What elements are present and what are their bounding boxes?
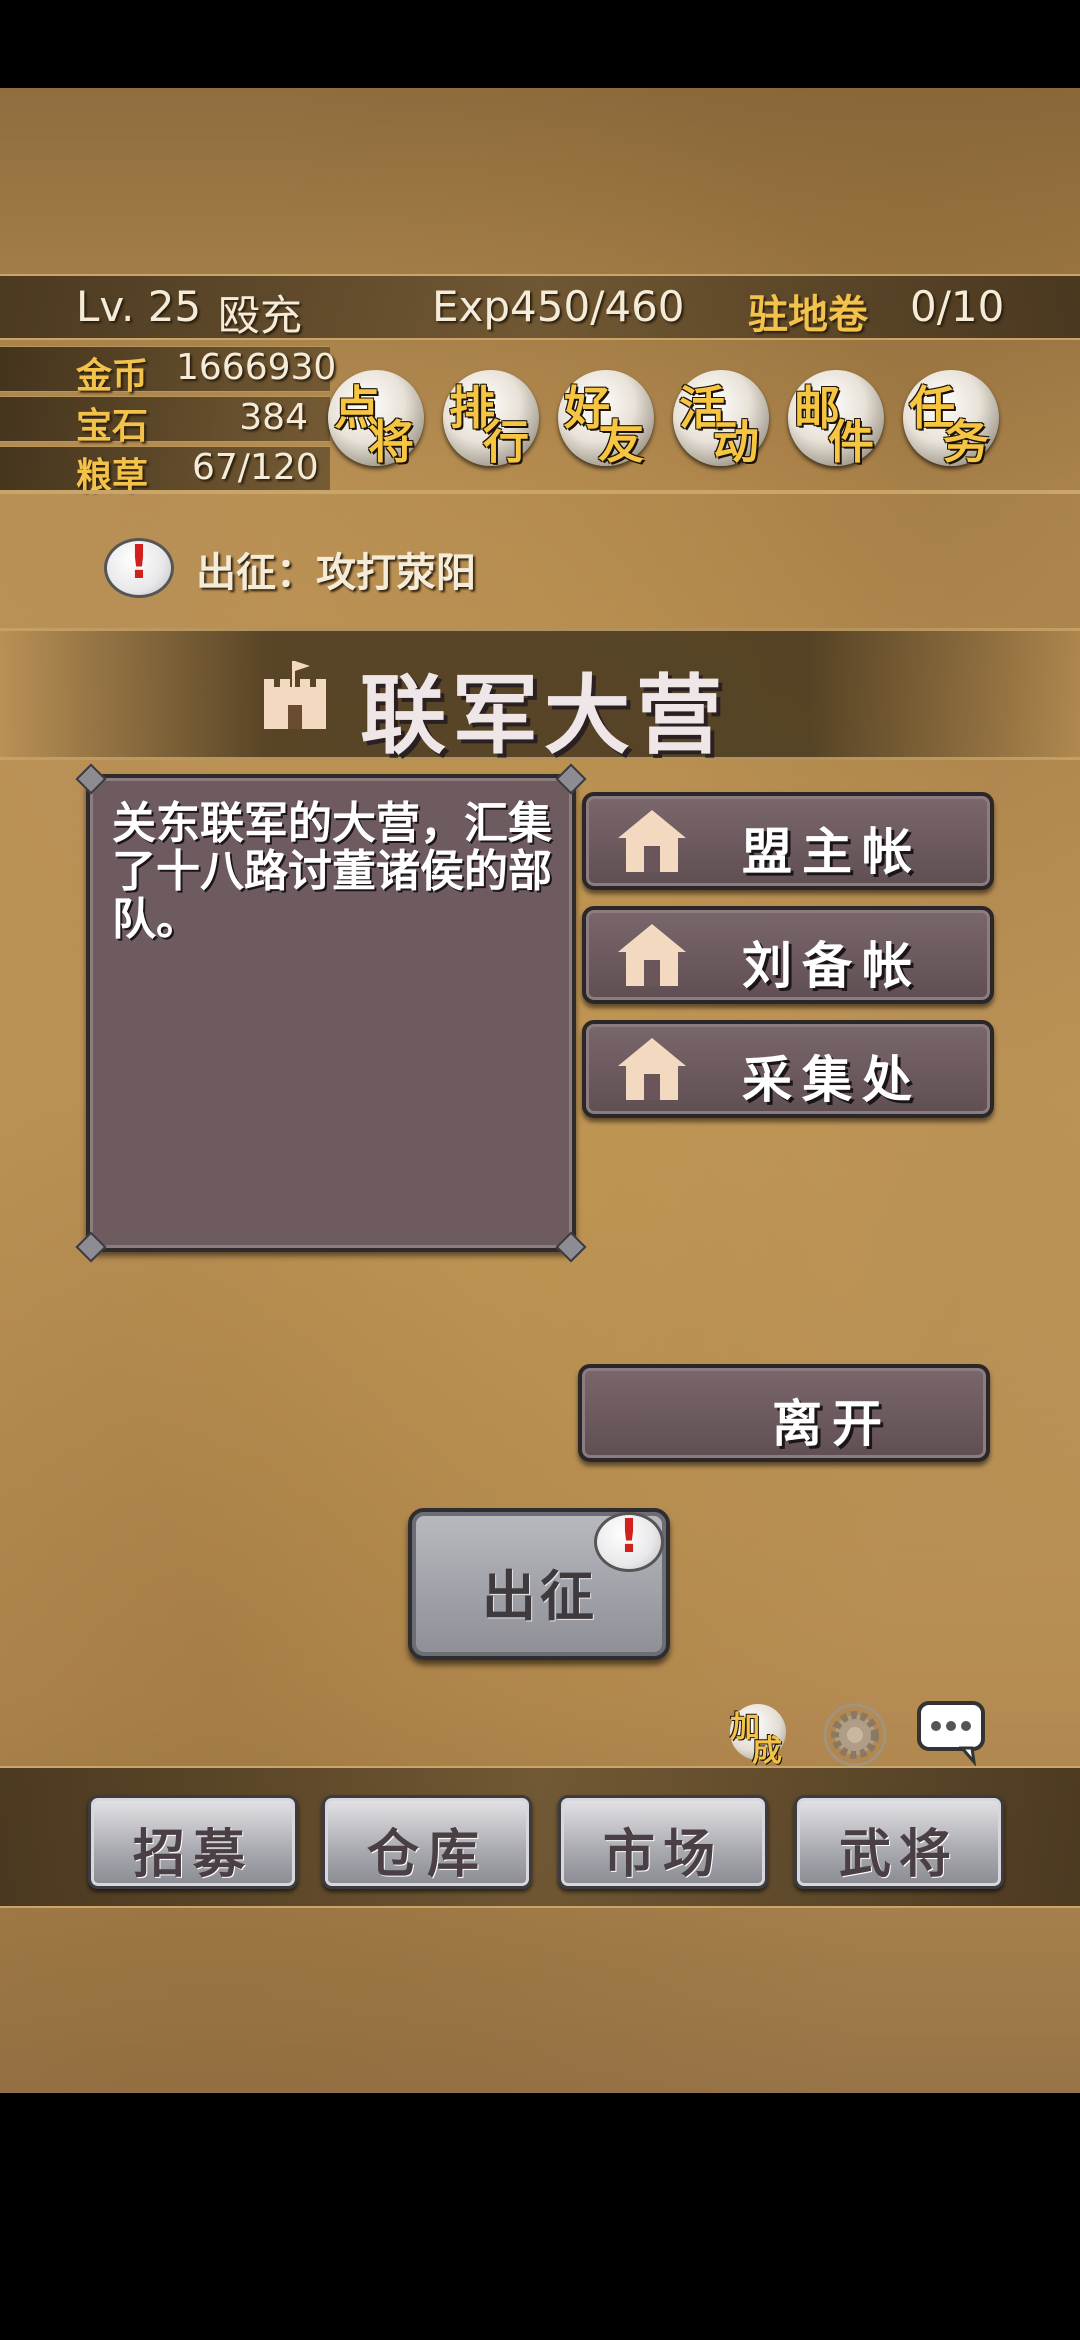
castle-icon xyxy=(264,661,326,729)
nav-button-market[interactable]: 市场 xyxy=(558,1795,768,1889)
alert-glyph: ! xyxy=(618,1509,640,1563)
leave-button[interactable]: 离开 xyxy=(578,1364,990,1462)
resource-label: 宝石 xyxy=(76,405,149,447)
chat-icon[interactable] xyxy=(916,1700,986,1766)
menu-glyph: 务 xyxy=(943,415,989,469)
march-alert-icon: ! xyxy=(594,1509,664,1572)
garrison-label: 驻地卷 xyxy=(748,291,868,338)
house-icon xyxy=(618,810,686,872)
menu-button-ranking[interactable]: 排 行 xyxy=(443,370,539,469)
march-label: 出征 xyxy=(482,1564,598,1628)
player-exp: Exp450/460 xyxy=(432,282,685,331)
menu-glyph: 友 xyxy=(598,415,644,469)
action-label: 盟主帐 xyxy=(742,822,922,881)
action-button-alliance-tent[interactable]: 盟主帐 xyxy=(582,792,994,890)
leave-label: 离开 xyxy=(772,1394,892,1453)
resource-value: 1666930 xyxy=(176,347,337,388)
resource-value: 384 xyxy=(239,397,308,438)
nav-label: 招募 xyxy=(132,1824,253,1885)
garrison-value: 0/10 xyxy=(910,282,1005,331)
menu-glyph: 行 xyxy=(483,415,529,469)
house-icon xyxy=(618,924,686,986)
alert-glyph: ! xyxy=(128,535,150,589)
action-button-gathering[interactable]: 采集处 xyxy=(582,1020,994,1118)
nav-label: 仓库 xyxy=(366,1824,487,1885)
menu-button-generals[interactable]: 点 将 xyxy=(328,370,424,469)
bonus-glyph: 成 xyxy=(752,1734,782,1769)
player-level: Lv. 25 xyxy=(76,282,202,331)
action-label: 刘备帐 xyxy=(742,936,922,995)
location-banner: 联军大营 xyxy=(0,628,1080,766)
quest-text[interactable]: 出征：攻打荥阳 xyxy=(196,540,476,598)
quest-alert-icon[interactable]: ! xyxy=(104,535,174,598)
player-status-bar: Lv. 25 殴充 Exp450/460 驻地卷 0/10 xyxy=(0,274,1080,340)
bonus-icon[interactable]: 加 成 xyxy=(730,1704,786,1769)
menu-button-events[interactable]: 活 动 xyxy=(673,370,769,469)
resource-row-gold: 金币 1666930 xyxy=(0,346,336,397)
nav-button-recruit[interactable]: 招募 xyxy=(88,1795,298,1889)
nav-button-warehouse[interactable]: 仓库 xyxy=(322,1795,532,1889)
location-description: 关东联军的大营，汇集了十八路讨董诸侯的部队。 xyxy=(112,798,552,945)
location-title: 联军大营 xyxy=(360,665,728,766)
gear-icon[interactable] xyxy=(820,1700,890,1770)
resource-value: 67/120 xyxy=(192,447,319,488)
action-button-liubei-tent[interactable]: 刘备帐 xyxy=(582,906,994,1004)
divider xyxy=(0,490,1080,494)
player-name: 殴充 xyxy=(218,291,303,340)
action-label: 采集处 xyxy=(742,1050,922,1109)
menu-button-friends[interactable]: 好 友 xyxy=(558,370,654,469)
house-icon xyxy=(618,1038,686,1100)
nav-label: 武将 xyxy=(838,1824,959,1885)
menu-glyph: 动 xyxy=(713,415,759,469)
nav-label: 市场 xyxy=(602,1824,723,1885)
menu-button-mail[interactable]: 邮 件 xyxy=(788,370,884,469)
menu-button-tasks[interactable]: 任 务 xyxy=(903,370,999,469)
menu-glyph: 将 xyxy=(368,415,414,469)
resource-label: 金币 xyxy=(76,355,149,397)
resource-row-grain: 粮草 67/120 xyxy=(0,446,330,497)
description-panel: 关东联军的大营，汇集了十八路讨董诸侯的部队。 xyxy=(75,763,587,1263)
nav-button-generals[interactable]: 武将 xyxy=(794,1795,1004,1889)
menu-glyph: 件 xyxy=(828,415,874,469)
resource-row-gem: 宝石 384 xyxy=(0,396,330,447)
